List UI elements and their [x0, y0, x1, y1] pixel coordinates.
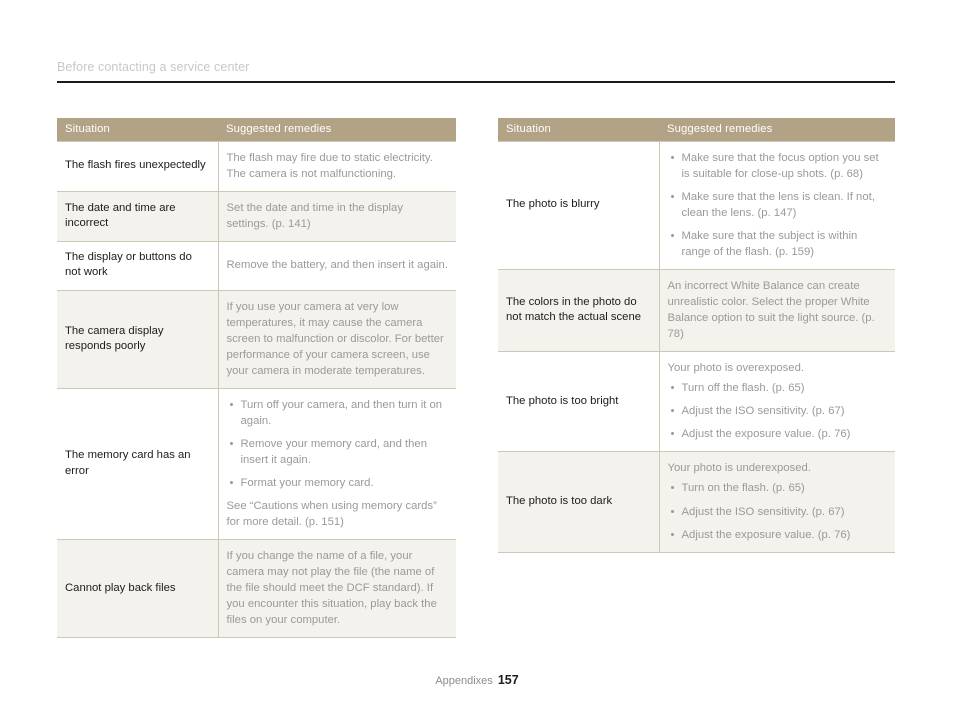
cell-situation: The colors in the photo do not match the… [498, 269, 660, 353]
cell-situation: The memory card has an error [57, 387, 219, 541]
remedy-bullet-list: Turn on the flash. (p. 65) Adjust the ISO… [668, 480, 888, 542]
cell-remedies: Your photo is underexposed. Turn on the f… [659, 451, 895, 553]
remedy-bullet-list: Make sure that the focus option you set … [668, 150, 888, 260]
table-row: The camera display responds poorly If you… [57, 289, 456, 390]
table-body: The flash fires unexpectedly The flash ma… [57, 140, 456, 639]
remedy-intro-text: Your photo is underexposed. [667, 462, 811, 475]
table-row: The colors in the photo do not match the… [498, 269, 895, 353]
cell-remedies: Turn off your camera, and then turn it o… [218, 387, 456, 541]
remedy-bullet-item: Make sure that the subject is within ran… [668, 228, 888, 260]
remedy-bullet-item: Format your memory card. [227, 475, 449, 491]
cell-situation: The date and time are incorrect [57, 191, 219, 243]
remedy-bullet-item: Turn off the flash. (p. 65) [668, 380, 888, 396]
remedy-bullet-list: Turn off your camera, and then turn it o… [227, 397, 449, 491]
remedy-bullet-item: Turn off your camera, and then turn it o… [227, 397, 449, 429]
troubleshooting-table-right: Situation Suggested remedies The photo i… [498, 118, 895, 553]
cell-situation: The display or buttons do not work [57, 241, 219, 291]
cell-remedies: An incorrect White Balance can create un… [659, 269, 895, 353]
remedy-text: If you use your camera at very low tempe… [226, 300, 444, 377]
table-head: Situation Suggested remedies [57, 118, 456, 142]
remedy-bullet-list: Turn off the flash. (p. 65) Adjust the IS… [668, 380, 888, 442]
remedy-bullet-item: Adjust the ISO sensitivity. (p. 67) [668, 504, 888, 520]
table-row: Cannot play back files If you change the … [57, 539, 456, 639]
table-row: The photo is blurry Make sure that the fo… [498, 140, 895, 271]
cell-remedies: If you use your camera at very low tempe… [218, 289, 456, 390]
remedy-bullet-item: Make sure that the focus option you set … [668, 150, 888, 182]
table-row: The photo is too dark Your photo is under… [498, 451, 895, 553]
table-row: The display or buttons do not work Remove… [57, 241, 456, 291]
remedy-text: Remove the battery, and then insert it a… [226, 259, 448, 272]
remedy-bullet-item: Adjust the ISO sensitivity. (p. 67) [668, 403, 888, 419]
table-body: The photo is blurry Make sure that the fo… [498, 140, 895, 553]
table-head: Situation Suggested remedies [498, 118, 895, 142]
remedy-bullet-item: Make sure that the lens is clean. If not… [668, 189, 888, 221]
remedy-bullet-item: Adjust the exposure value. (p. 76) [668, 426, 888, 442]
cell-situation: The photo is too bright [498, 351, 660, 453]
troubleshooting-table-left: Situation Suggested remedies The flash f… [57, 118, 456, 639]
manual-page: Before contacting a service center Situa… [0, 0, 954, 720]
cell-remedies: The flash may fire due to static electri… [218, 140, 456, 193]
remedy-text: The camera is not malfunctioning. [226, 168, 397, 181]
remedy-text: An incorrect White Balance can create un… [667, 280, 875, 341]
footer-page-number: 157 [497, 673, 519, 687]
cell-remedies: If you change the name of a file, your c… [218, 539, 456, 639]
remedy-bullet-item: Remove your memory card, and then insert… [227, 436, 449, 468]
cell-situation: The photo is too dark [498, 451, 660, 553]
cell-situation: The flash fires unexpectedly [57, 140, 219, 193]
column-header-remedies: Suggested remedies [659, 118, 895, 142]
cell-situation: The photo is blurry [498, 140, 660, 271]
table-row: The flash fires unexpectedly The flash ma… [57, 140, 456, 193]
remedy-intro-text: Your photo is overexposed. [667, 362, 805, 375]
table-row: The date and time are incorrect Set the d… [57, 191, 456, 243]
cell-situation: Cannot play back files [57, 539, 219, 639]
remedy-note-text: See “Cautions when using memory cards” f… [226, 500, 437, 529]
column-header-remedies: Suggested remedies [218, 118, 456, 142]
cell-remedies: Your photo is overexposed. Turn off the f… [659, 351, 895, 453]
page-title: Before contacting a service center [57, 60, 250, 74]
column-header-situation: Situation [57, 118, 218, 142]
header-rule [57, 81, 895, 83]
cell-situation: The camera display responds poorly [57, 289, 219, 390]
remedy-text: If you change the name of a file, your c… [226, 550, 437, 627]
table-header-row: Situation Suggested remedies [57, 118, 456, 142]
remedy-bullet-item: Adjust the exposure value. (p. 76) [668, 527, 888, 543]
cell-remedies: Make sure that the focus option you set … [659, 140, 895, 271]
table-row: The photo is too bright Your photo is ove… [498, 351, 895, 453]
remedy-text: The flash may fire due to static electri… [226, 152, 433, 164]
table-header-row: Situation Suggested remedies [498, 118, 895, 142]
column-header-situation: Situation [498, 118, 659, 142]
remedy-bullet-item: Turn on the flash. (p. 65) [668, 480, 888, 496]
page-header: Before contacting a service center [57, 60, 895, 83]
table-row: The memory card has an error Turn off you… [57, 387, 456, 541]
footer-section-label: Appendixes [435, 675, 493, 687]
cell-remedies: Set the date and time in the display set… [218, 191, 456, 243]
page-footer: Appendixes 157 [0, 671, 954, 689]
remedy-text: Set the date and time in the display set… [226, 202, 403, 231]
cell-remedies: Remove the battery, and then insert it a… [218, 241, 456, 291]
